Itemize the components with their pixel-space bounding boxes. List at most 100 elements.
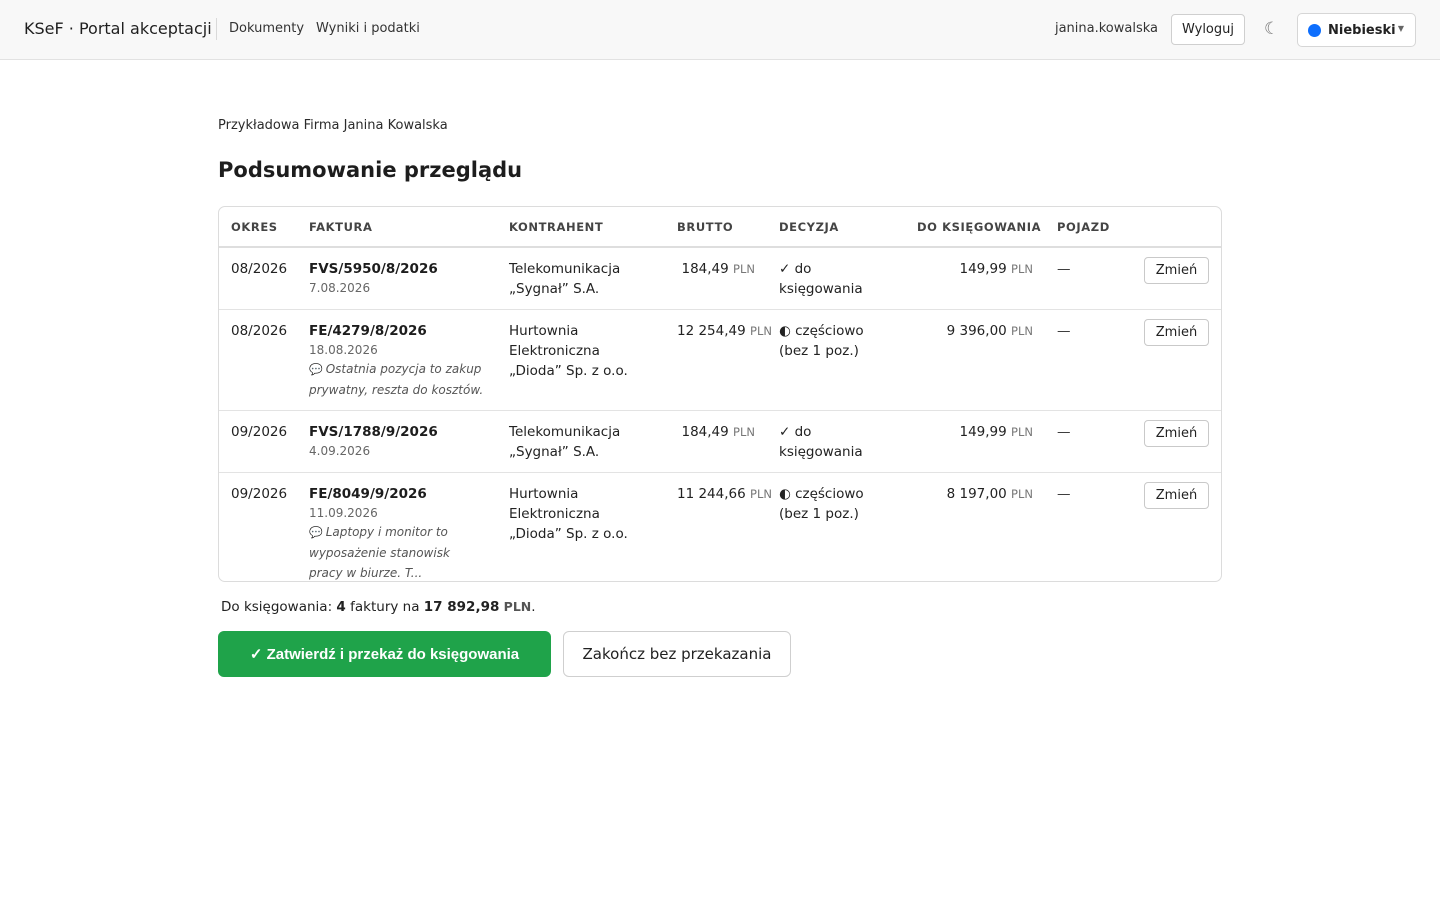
cell-contractor: Hurtownia Elektroniczna „Dioda” Sp. z o.… xyxy=(509,486,628,542)
change-button[interactable]: Zmień xyxy=(1144,257,1209,284)
moon-icon[interactable]: ☾ xyxy=(1264,18,1279,40)
table-row: 08/2026 FE/4279/8/2026 18.08.2026 💬 Ostatnia… xyxy=(219,309,1221,411)
app-title[interactable]: KSeF · Portal akceptacji xyxy=(24,19,212,38)
cell-gross: 184,49 PLN xyxy=(665,247,767,310)
nav-item-results-taxes[interactable]: Wyniki i podatki xyxy=(316,21,420,36)
to-post-currency: PLN xyxy=(1011,324,1033,338)
nav-item-documents[interactable]: Dokumenty xyxy=(229,21,304,36)
summary-count: 4 xyxy=(336,599,346,615)
invoice-note-text: Ostatnia pozycja to zakup prywatny, resz… xyxy=(309,362,484,397)
to-post-amount: 8 197,00 xyxy=(946,486,1007,502)
change-button[interactable]: Zmień xyxy=(1144,319,1209,346)
cell-actions: Zmień xyxy=(1121,309,1221,411)
comment-icon: 💬 xyxy=(309,526,323,539)
to-post-currency: PLN xyxy=(1011,487,1033,501)
cell-period: 09/2026 xyxy=(231,486,288,502)
summary-prefix: Do księgowania: xyxy=(221,599,333,615)
cell-contractor: Telekomunikacja „Sygnał” S.A. xyxy=(497,410,665,473)
invoice-number: FE/4279/8/2026 xyxy=(309,323,427,339)
cell-vehicle: — xyxy=(1045,247,1121,310)
to-post-currency: PLN xyxy=(1011,425,1033,439)
company-name: Przykładowa Firma Janina Kowalska xyxy=(218,118,448,133)
cell-gross: 184,49 PLN xyxy=(665,410,767,473)
to-post-amount: 149,99 xyxy=(959,261,1007,277)
logout-button[interactable]: Wyloguj xyxy=(1171,14,1245,45)
cell-to-post: 9 396,00 PLN xyxy=(905,309,1045,411)
invoice-date: 11.09.2026 xyxy=(309,506,378,520)
invoice-number: FVS/5950/8/2026 xyxy=(309,261,438,277)
column-header-actions xyxy=(1121,207,1221,248)
cell-to-post: 149,99 PLN xyxy=(905,410,1045,473)
cell-to-post: 8 197,00 PLN xyxy=(905,473,1045,582)
gross-amount: 184,49 xyxy=(681,424,729,440)
invoice-date: 18.08.2026 xyxy=(309,343,378,357)
invoice-note-text: Laptopy i monitor to wyposażenie stanowi… xyxy=(309,525,450,580)
cell-invoice: FVS/1788/9/2026 4.09.2026 xyxy=(297,410,497,473)
table-row: 09/2026 FVS/1788/9/2026 4.09.2026 Telekomun… xyxy=(219,410,1221,473)
change-button[interactable]: Zmień xyxy=(1144,420,1209,447)
column-header-invoice: FAKTURA xyxy=(297,207,497,248)
summary-middle: faktury na xyxy=(350,599,420,615)
invoice-date: 4.09.2026 xyxy=(309,444,371,458)
cell-invoice: FVS/5950/8/2026 7.08.2026 xyxy=(297,247,497,310)
column-header-period: OKRES xyxy=(219,207,297,248)
page-title: Podsumowanie przeglądu xyxy=(218,158,523,182)
cell-contractor: Hurtownia Elektroniczna „Dioda” Sp. z o.… xyxy=(497,309,665,411)
cell-decision: ✓ do księgowania xyxy=(767,410,905,473)
top-bar: KSeF · Portal akceptacji Dokumenty Wynik… xyxy=(0,0,1440,60)
theme-select[interactable]: Niebieski ▼ xyxy=(1297,13,1416,47)
username: janina.kowalska xyxy=(1054,21,1158,36)
cell-actions: Zmień xyxy=(1121,247,1221,310)
invoice-number: FVS/1788/9/2026 xyxy=(309,424,438,440)
to-post-amount: 9 396,00 xyxy=(946,323,1007,339)
theme-color-dot xyxy=(1308,23,1321,37)
summary-total: 17 892,98 xyxy=(423,599,500,615)
gross-amount: 11 244,66 xyxy=(677,486,746,502)
gross-currency: PLN xyxy=(750,487,772,501)
cell-contractor: Telekomunikacja „Sygnał” S.A. xyxy=(497,247,665,310)
change-button[interactable]: Zmień xyxy=(1144,482,1209,509)
invoice-number: FE/8049/9/2026 xyxy=(309,486,427,502)
nav-divider xyxy=(216,18,217,40)
cell-actions: Zmień xyxy=(1121,410,1221,473)
table-header-row: OKRES FAKTURA KONTRAHENT BRUTTO DECYZJA … xyxy=(219,207,1221,248)
theme-label: Niebieski xyxy=(1328,22,1396,38)
cell-period: 08/2026 xyxy=(219,309,297,411)
cell-invoice: FE/8049/9/2026 11.09.2026 💬 Laptopy i monit… xyxy=(297,473,497,582)
posting-summary: Do księgowania: 4 faktury na 17 892,98 P… xyxy=(221,599,536,615)
gross-amount: 184,49 xyxy=(681,261,729,277)
caret-down-icon: ▼ xyxy=(1397,24,1404,33)
column-header-to-post: DO KSIĘGOWANIA xyxy=(905,207,1045,248)
invoice-date: 7.08.2026 xyxy=(309,281,371,295)
cell-period: 08/2026 xyxy=(219,247,297,310)
cell-period: 09/2026 xyxy=(219,410,297,473)
table-row: 09/2026 FE/8049/9/2026 11.09.2026 💬 Laptopy … xyxy=(219,473,1221,582)
finish-without-sending-button[interactable]: Zakończ bez przekazania xyxy=(563,631,791,677)
column-header-gross: BRUTTO xyxy=(665,207,767,248)
cell-gross: 12 254,49 PLN xyxy=(665,309,772,411)
column-header-contractor: KONTRAHENT xyxy=(497,207,665,248)
cell-invoice: FE/4279/8/2026 18.08.2026 💬 Ostatnia pozycj… xyxy=(297,309,497,411)
to-post-currency: PLN xyxy=(1011,262,1033,276)
cell-actions: Zmień xyxy=(1121,473,1221,582)
cell-vehicle: — xyxy=(1045,309,1121,411)
comment-icon: 💬 xyxy=(309,363,323,376)
invoice-note: 💬 Laptopy i monitor to wyposażenie stanow… xyxy=(309,522,485,581)
column-header-decision: DECYZJA xyxy=(767,207,905,248)
review-summary-table: OKRES FAKTURA KONTRAHENT BRUTTO DECYZJA … xyxy=(218,206,1222,582)
cell-vehicle: — xyxy=(1045,410,1121,473)
table-row: 08/2026 FVS/5950/8/2026 7.08.2026 Telekomun… xyxy=(219,247,1221,310)
cell-vehicle: — xyxy=(1057,486,1071,502)
gross-amount: 12 254,49 xyxy=(677,323,746,339)
confirm-and-send-button[interactable]: ✓ Zatwierdź i przekaż do księgowania xyxy=(218,631,551,677)
column-header-vehicle: POJAZD xyxy=(1045,207,1121,248)
cell-decision: ◐ częściowo (bez 1 poz.) xyxy=(779,486,864,522)
gross-currency: PLN xyxy=(750,324,772,338)
summary-suffix: . xyxy=(531,599,536,615)
summary-currency: PLN xyxy=(503,599,532,614)
main-nav: Dokumenty Wyniki i podatki xyxy=(229,21,420,36)
invoice-note: 💬 Ostatnia pozycja to zakup prywatny, res… xyxy=(309,359,485,400)
cell-decision: ◐ częściowo (bez 1 poz.) xyxy=(767,309,905,411)
gross-currency: PLN xyxy=(733,262,755,276)
cell-gross: 11 244,66 PLN xyxy=(665,473,772,582)
